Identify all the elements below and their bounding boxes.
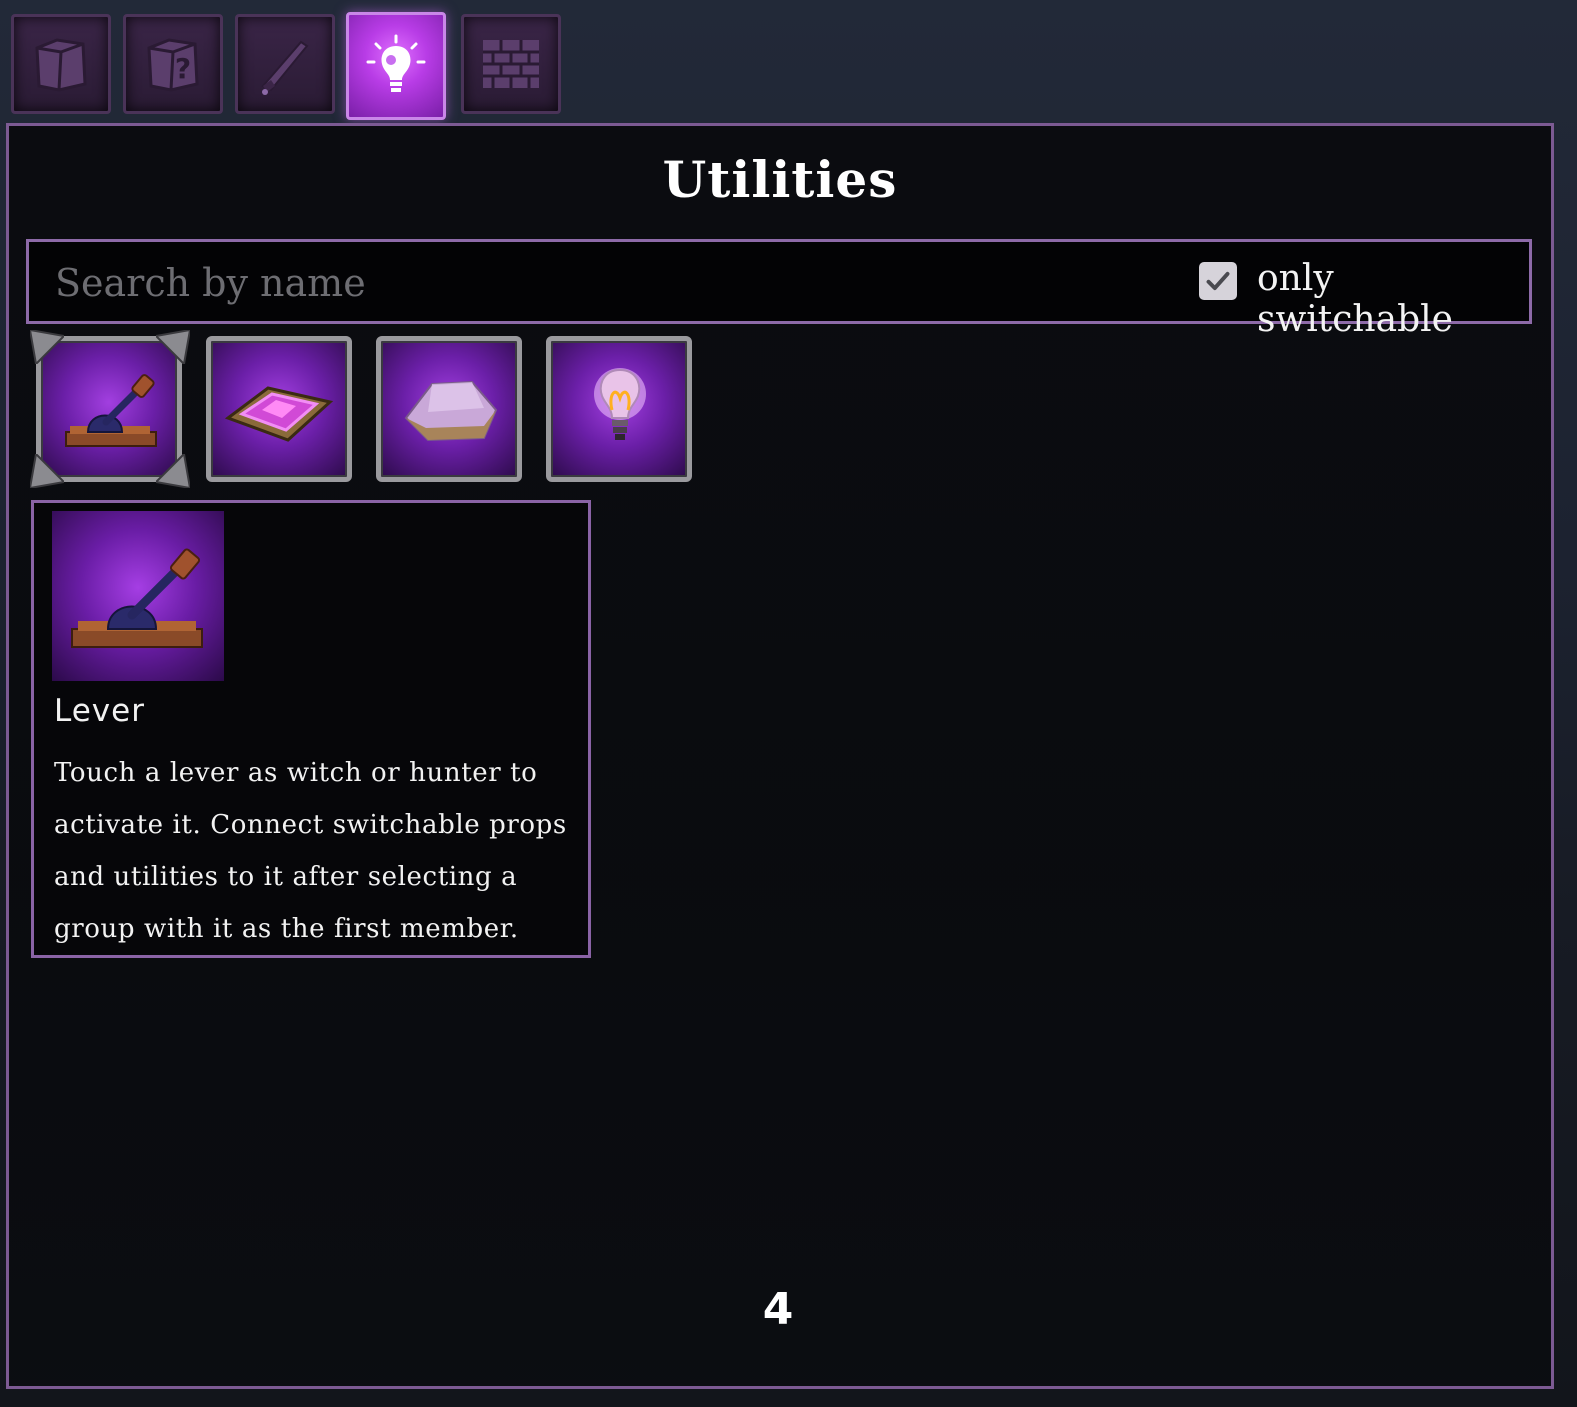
tooltip-description: Touch a lever as witch or hunter to acti… (54, 758, 567, 944)
search-input[interactable] (53, 256, 1157, 310)
lightbulb-icon (594, 368, 646, 440)
only-switchable-label: only switchable (1257, 258, 1453, 340)
tab-boxes[interactable] (11, 14, 111, 114)
tab-walls[interactable] (461, 14, 561, 114)
tab-mystery[interactable]: ? (123, 14, 223, 114)
tab-wands[interactable] (235, 14, 335, 114)
item-tooltip: Lever Touch a lever as witch or hunter t… (31, 500, 591, 958)
only-switchable-checkbox[interactable] (1199, 262, 1237, 300)
tab-utilities[interactable] (346, 12, 446, 120)
svg-text:?: ? (175, 52, 191, 85)
selection-corner-top-right (153, 328, 192, 367)
box-icon (35, 38, 87, 92)
panel-title: Utilities (662, 150, 898, 209)
item-slot-pressure-plate[interactable] (206, 336, 352, 482)
brick-wall-icon (483, 40, 539, 88)
tooltip-title: Lever (54, 693, 145, 729)
wand-icon (261, 40, 309, 95)
selection-corner-top-left (28, 328, 67, 367)
selection-corner-bottom-right (153, 451, 192, 490)
item-slot-crystal-plate[interactable] (376, 336, 522, 482)
mystery-box-icon: ? (147, 38, 199, 92)
crystal-plate-icon (404, 380, 498, 442)
pressure-plate-icon (224, 386, 334, 442)
item-count: 4 (762, 1284, 794, 1335)
search-bar: only switchable (26, 239, 1532, 340)
lightbulb-icon (366, 34, 426, 92)
lever-icon (65, 374, 157, 447)
item-slot-lightbulb[interactable] (546, 336, 692, 482)
lever-icon (71, 548, 203, 648)
tooltip-image (52, 511, 224, 681)
selection-corner-bottom-left (28, 451, 67, 490)
checkmark-icon (1206, 271, 1230, 291)
